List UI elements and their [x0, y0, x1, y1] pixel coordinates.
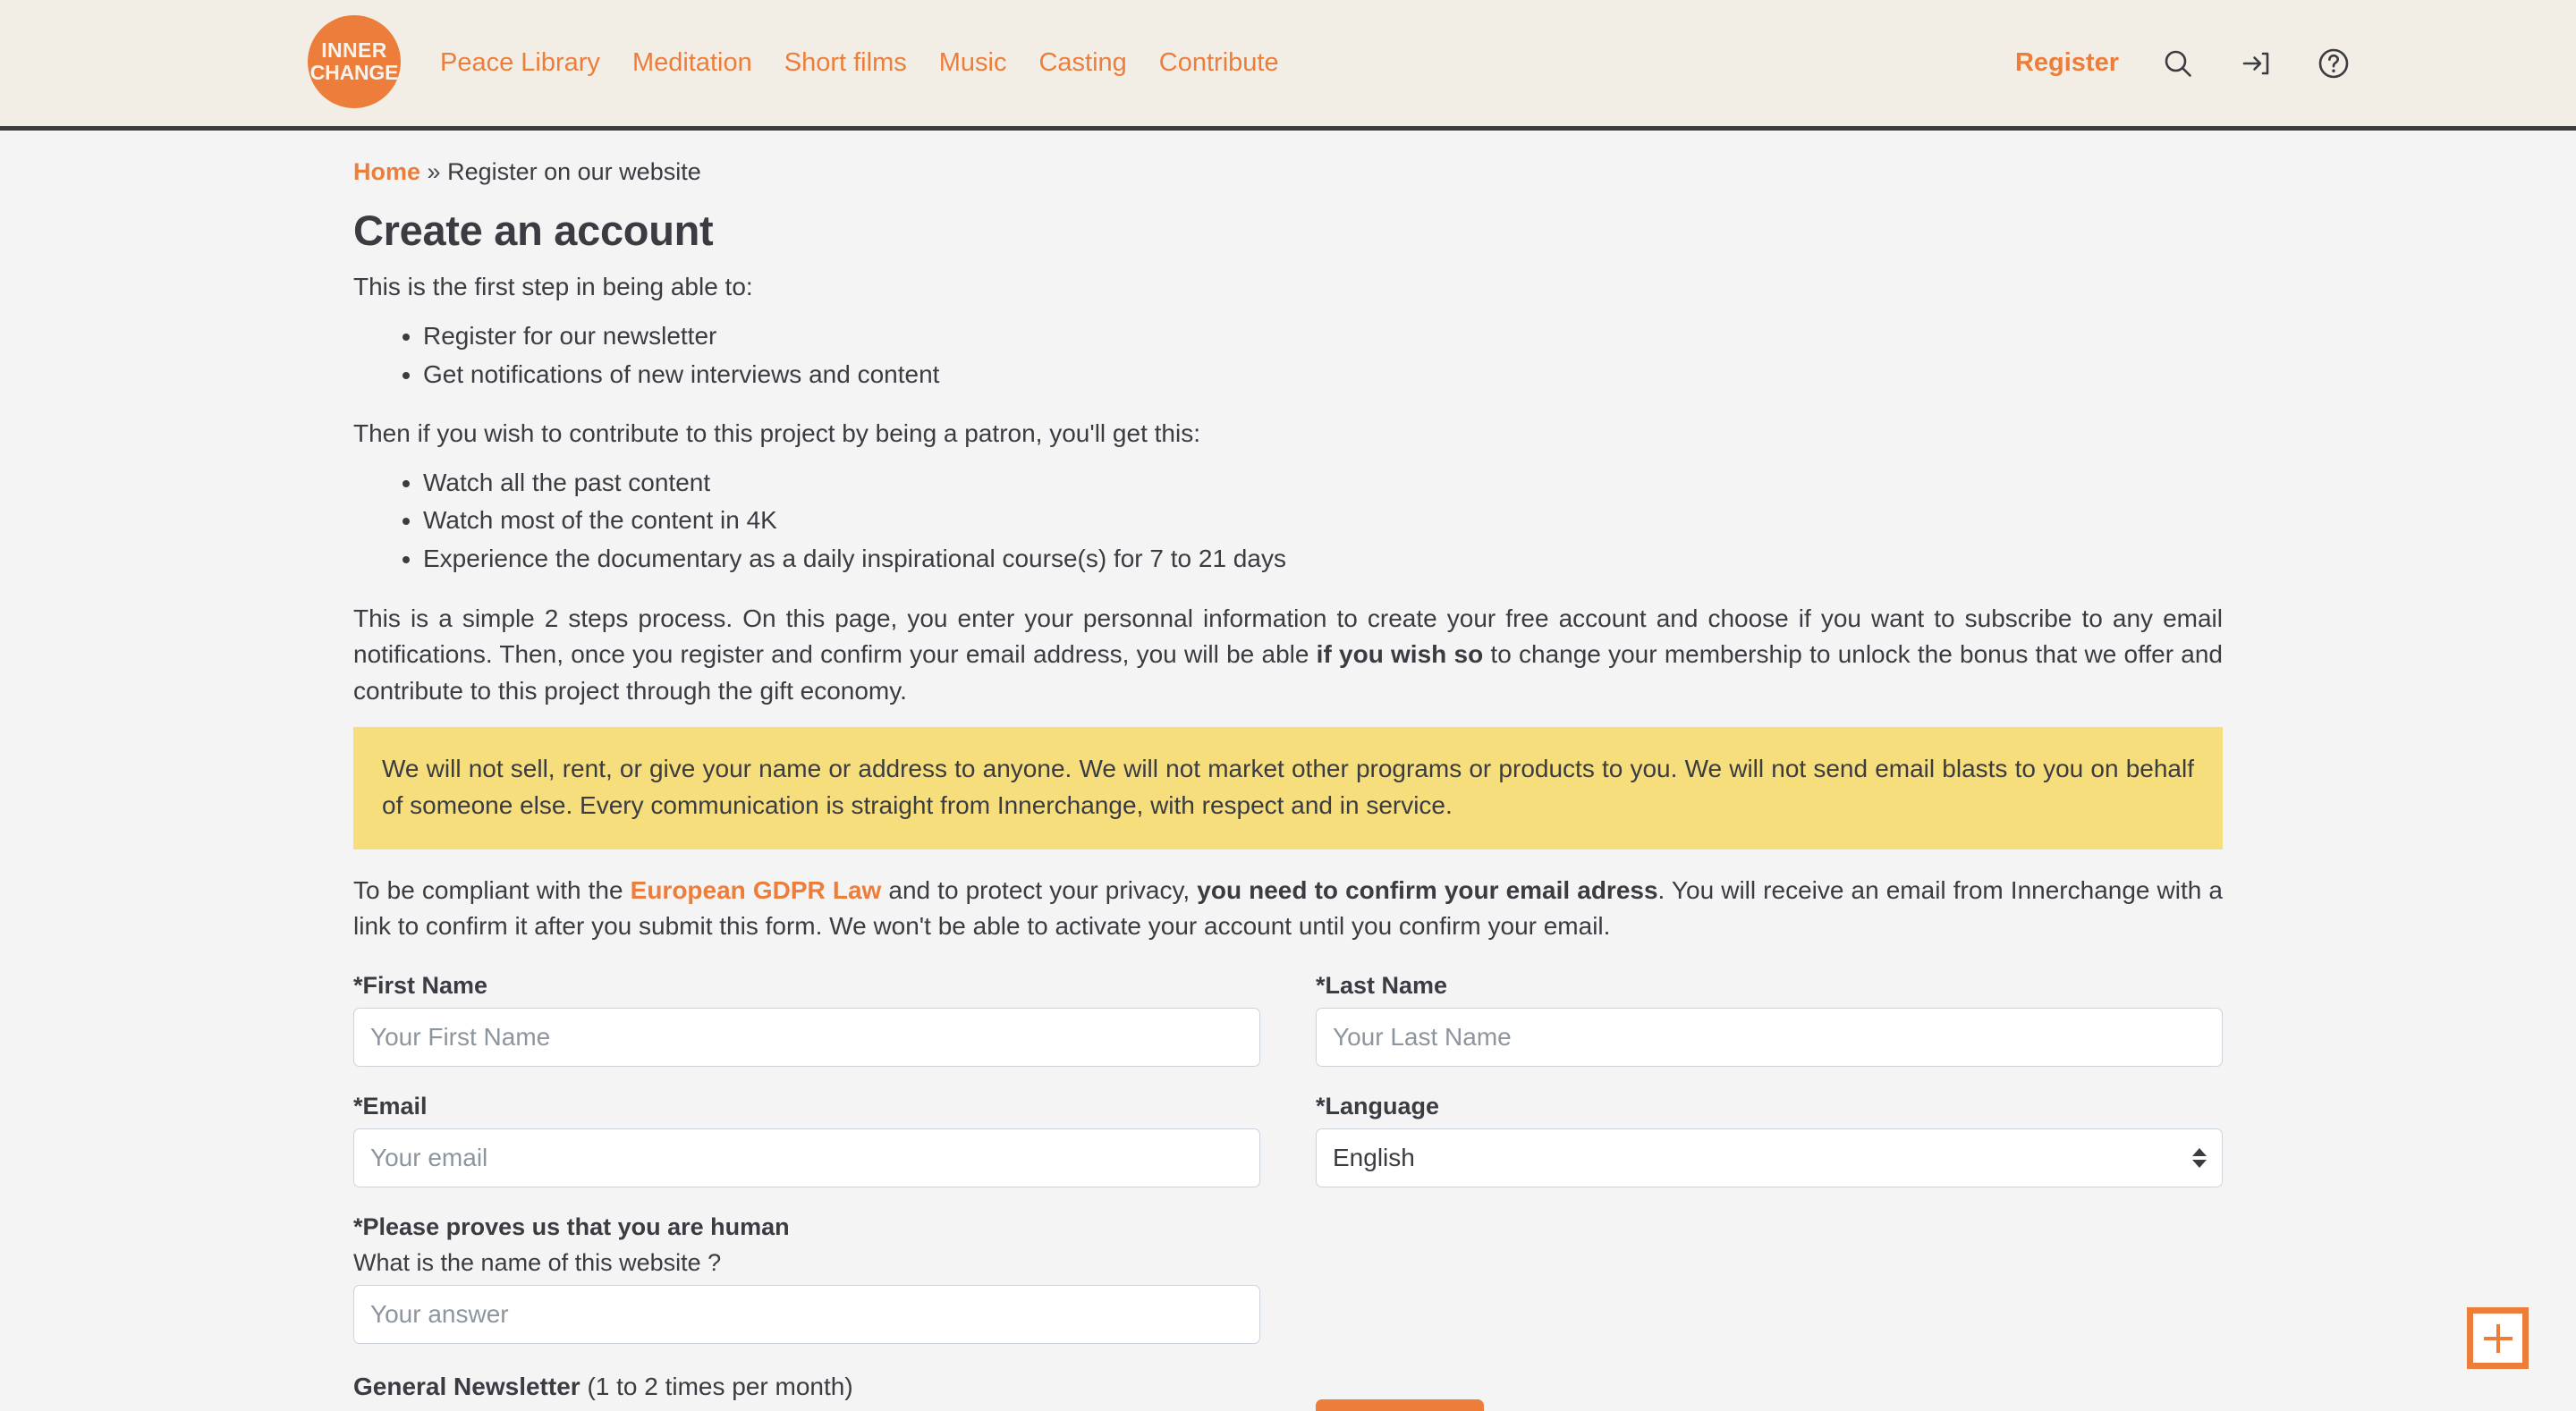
breadcrumb: Home » Register on our website — [353, 157, 2223, 186]
field-group-email: *Email — [353, 1093, 1260, 1187]
floating-add-button[interactable] — [2467, 1307, 2529, 1369]
field-group-language: *Language — [1316, 1093, 2223, 1187]
logo-line-1: INNER — [321, 38, 387, 63]
first-name-input[interactable] — [353, 1007, 1260, 1067]
newsletter-label-rest: (1 to 2 times per month) — [580, 1372, 853, 1400]
process-text-bold: if you wish so — [1316, 640, 1484, 669]
human-check-input[interactable] — [353, 1284, 1260, 1344]
list-item: Register for our newsletter — [423, 318, 2223, 355]
last-name-label: *Last Name — [1316, 971, 1448, 999]
language-label: *Language — [1316, 1092, 1440, 1120]
gdpr-text-bold: you need to confirm your email adress — [1197, 875, 1658, 904]
breadcrumb-separator-glyph: » — [427, 158, 441, 185]
email-label: *Email — [353, 1092, 428, 1120]
gdpr-text-part-1: To be compliant with the — [353, 875, 631, 904]
human-check-label: *Please proves us that you are human — [353, 1212, 790, 1240]
form-column-left: *First Name *Email *Please proves us tha… — [353, 972, 1260, 1411]
submit-row — [1316, 1398, 2223, 1411]
breadcrumb-current: Register on our website — [447, 158, 701, 185]
right-column-spacer — [1316, 1213, 2223, 1371]
plus-icon-vertical — [2496, 1323, 2500, 1353]
list-item: Watch most of the content in 4K — [423, 503, 2223, 539]
nav-item-meditation[interactable]: Meditation — [632, 48, 752, 78]
list-item: Get notifications of new interviews and … — [423, 357, 2223, 393]
registration-form: *First Name *Email *Please proves us tha… — [353, 972, 2223, 1411]
patron-intro-paragraph: Then if you wish to contribute to this p… — [353, 419, 1200, 448]
register-link[interactable]: Register — [2015, 48, 2119, 78]
main-navigation: Peace Library Meditation Short films Mus… — [440, 0, 1279, 126]
first-name-label: *First Name — [353, 971, 488, 999]
logo-innerchange[interactable]: INNER CHANGE — [308, 15, 401, 108]
header-actions: Register — [2015, 0, 2352, 126]
newsletter-label: General Newsletter (1 to 2 times per mon… — [353, 1373, 853, 1401]
language-select-wrapper — [1316, 1128, 2223, 1187]
human-check-question: What is the name of this website ? — [353, 1248, 722, 1276]
logo-line-2: CHANGE — [309, 61, 399, 84]
help-icon[interactable] — [2315, 45, 2352, 82]
nav-item-peace-library[interactable]: Peace Library — [440, 48, 600, 78]
page-wrapper: Home » Register on our website Create an… — [0, 131, 2576, 1411]
privacy-notice-text: We will not sell, rent, or give your nam… — [382, 755, 2194, 820]
list-item: Experience the documentary as a daily in… — [423, 541, 2223, 578]
email-input[interactable] — [353, 1128, 1260, 1187]
nav-item-short-films[interactable]: Short films — [784, 48, 907, 78]
patron-bullet-list: Watch all the past content Watch most of… — [353, 465, 2223, 578]
submit-button[interactable] — [1316, 1398, 1484, 1411]
field-group-human-check: *Please proves us that you are human Wha… — [353, 1213, 1260, 1344]
last-name-input[interactable] — [1316, 1007, 2223, 1067]
process-paragraph: This is a simple 2 steps process. On thi… — [353, 601, 2223, 710]
main-content: Home » Register on our website Create an… — [353, 131, 2223, 1411]
login-icon[interactable] — [2237, 45, 2275, 82]
breadcrumb-separator — [420, 158, 428, 185]
page-title: Create an account — [353, 207, 714, 255]
gdpr-paragraph: To be compliant with the European GDPR L… — [353, 873, 2223, 945]
nav-item-contribute[interactable]: Contribute — [1159, 48, 1279, 78]
intro-paragraph: This is the first step in being able to: — [353, 273, 753, 301]
newsletter-label-bold: General Newsletter — [353, 1372, 580, 1400]
nav-item-casting[interactable]: Casting — [1038, 48, 1126, 78]
european-gdpr-law-link[interactable]: European GDPR Law — [631, 876, 882, 904]
breadcrumb-home-link[interactable]: Home — [353, 158, 420, 185]
nav-item-music[interactable]: Music — [939, 48, 1007, 78]
newsletter-row: General Newsletter (1 to 2 times per mon… — [353, 1373, 1260, 1401]
intro-bullet-list: Register for our newsletter Get notifica… — [353, 318, 2223, 393]
list-item: Watch all the past content — [423, 465, 2223, 502]
field-group-first-name: *First Name — [353, 972, 1260, 1067]
search-icon[interactable] — [2159, 45, 2197, 82]
language-select[interactable] — [1316, 1128, 2223, 1187]
gdpr-text-part-2: and to protect your privacy, — [881, 875, 1198, 904]
site-header: INNER CHANGE Peace Library Meditation Sh… — [0, 0, 2576, 131]
privacy-notice-box: We will not sell, rent, or give your nam… — [353, 727, 2223, 849]
form-column-right: *Last Name *Language — [1316, 972, 2223, 1411]
breadcrumb-spacer — [441, 158, 448, 185]
field-group-last-name: *Last Name — [1316, 972, 2223, 1067]
